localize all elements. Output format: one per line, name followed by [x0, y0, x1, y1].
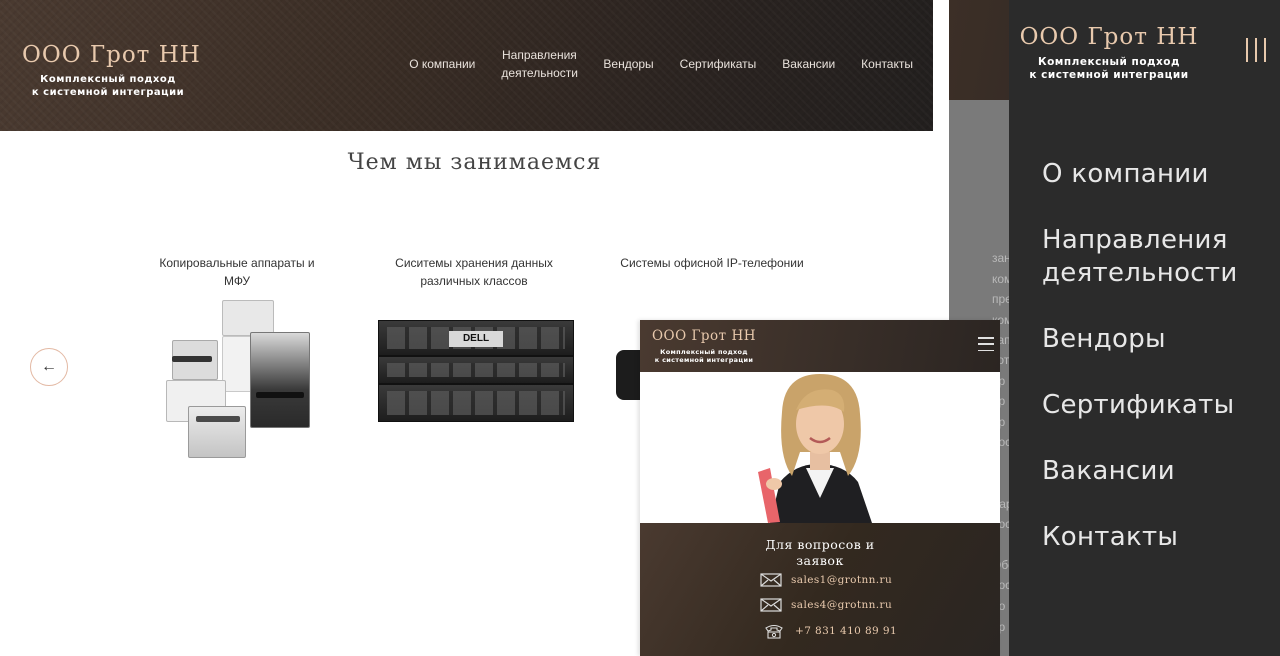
carousel-prev-button[interactable]: ←: [30, 348, 68, 386]
side-menu-logo[interactable]: ООО Грот НН Комплексный подход к системн…: [1018, 24, 1200, 82]
side-menu-item-vacancies[interactable]: Вакансии: [1042, 455, 1238, 488]
nav-certificates[interactable]: Сертификаты: [680, 55, 757, 73]
nav-about[interactable]: О компании: [409, 55, 475, 73]
copiers-image: [160, 296, 320, 462]
contact-block: Для вопросов и заявок sales1@grotnn.ru s…: [640, 523, 1000, 656]
ip-phone-image: [616, 350, 642, 400]
site-header: ООО Грот НН Комплексный подход к системн…: [0, 0, 933, 131]
mobile-header: ООО Грот НН Комплексный подход к системн…: [640, 320, 1000, 372]
logo-tagline-line-1: Комплексный подход: [1038, 56, 1180, 68]
side-menu: ООО Грот НН Комплексный подход к системн…: [1009, 0, 1280, 656]
dell-logo: DELL: [449, 331, 503, 347]
main-nav: О компании Направления деятельности Венд…: [383, 46, 913, 82]
side-menu-list: О компании Направления деятельности Венд…: [1042, 158, 1238, 587]
storage-servers-image: DELL: [378, 320, 574, 430]
nav-vacancies[interactable]: Вакансии: [782, 55, 835, 73]
envelope-icon: [760, 573, 782, 587]
nav-directions-line-2: деятельности: [501, 66, 578, 80]
section-title: Чем мы занимаемся: [347, 150, 602, 175]
side-menu-item-vendors[interactable]: Вендоры: [1042, 323, 1238, 356]
side-menu-item-directions[interactable]: Направления деятельности: [1042, 224, 1238, 290]
email-link[interactable]: sales1@grotnn.ru: [791, 574, 892, 586]
logo-brand: ООО Грот НН: [1019, 24, 1199, 50]
slide-title-ip-telephony[interactable]: Системы офисной IP-телефонии: [620, 254, 804, 272]
nav-vendors[interactable]: Вендоры: [603, 55, 653, 73]
side-menu-item-directions-line-2: деятельности: [1042, 258, 1238, 288]
background-text-fragment: зан: [992, 251, 1011, 265]
side-menu-item-contacts[interactable]: Контакты: [1042, 521, 1238, 554]
hamburger-menu-icon[interactable]: [978, 337, 994, 351]
slide-title-storage-line-2: различных классов: [420, 274, 528, 288]
phone-icon: [765, 624, 783, 639]
slide-title-storage-line-1: Сиситемы хранения данных: [395, 256, 553, 270]
menu-close-icon[interactable]: [1246, 38, 1266, 62]
site-logo[interactable]: ООО Грот НН Комплексный подход к системн…: [22, 42, 201, 99]
screenshot-stage: ООО Грот НН Комплексный подход к системн…: [0, 0, 1280, 656]
slide-title-storage[interactable]: Сиситемы хранения данных различных класс…: [378, 254, 570, 290]
logo-tagline-line-2: к системной интеграции: [1029, 69, 1189, 82]
contact-email-1[interactable]: sales1@grotnn.ru: [760, 573, 892, 587]
nav-directions[interactable]: Направления деятельности: [501, 46, 578, 82]
logo-tagline-line-2: к системной интеграции: [31, 86, 185, 98]
consultant-photo: [758, 374, 872, 523]
phone-link[interactable]: +7 831 410 89 91: [795, 625, 897, 637]
logo-brand: ООО Грот НН: [651, 328, 756, 344]
envelope-icon: [760, 598, 782, 612]
logo-tagline: Комплексный подход к системной интеграци…: [650, 348, 758, 364]
logo-tagline-line-2: к системной интеграции: [654, 356, 754, 365]
contact-phone[interactable]: +7 831 410 89 91: [764, 623, 897, 639]
logo-tagline: Комплексный подход к системной интеграци…: [1018, 56, 1200, 82]
logo-tagline-line-1: Комплексный подход: [660, 348, 748, 356]
side-menu-item-directions-line-1: Направления: [1042, 225, 1228, 255]
contact-title-line-2: заявок: [796, 553, 844, 568]
logo-tagline: Комплексный подход к системной интеграци…: [22, 74, 194, 99]
mobile-preview: ООО Грот НН Комплексный подход к системн…: [640, 320, 1000, 656]
nav-directions-line-1: Направления: [501, 48, 577, 62]
logo-brand: ООО Грот НН: [22, 42, 201, 68]
arrow-left-icon: ←: [41, 358, 57, 375]
email-link[interactable]: sales4@grotnn.ru: [791, 599, 892, 611]
mobile-logo[interactable]: ООО Грот НН Комплексный подход к системн…: [650, 328, 758, 364]
contact-email-2[interactable]: sales4@grotnn.ru: [760, 598, 892, 612]
contact-title: Для вопросов и заявок: [640, 537, 1000, 569]
contact-title-line-1: Для вопросов и: [765, 537, 875, 552]
side-menu-item-about[interactable]: О компании: [1042, 158, 1238, 191]
logo-tagline-line-1: Комплексный подход: [40, 74, 176, 85]
slide-title-copiers[interactable]: Копировальные аппараты и МФУ: [145, 254, 329, 290]
side-menu-item-certificates[interactable]: Сертификаты: [1042, 389, 1238, 422]
nav-contacts[interactable]: Контакты: [861, 55, 913, 73]
